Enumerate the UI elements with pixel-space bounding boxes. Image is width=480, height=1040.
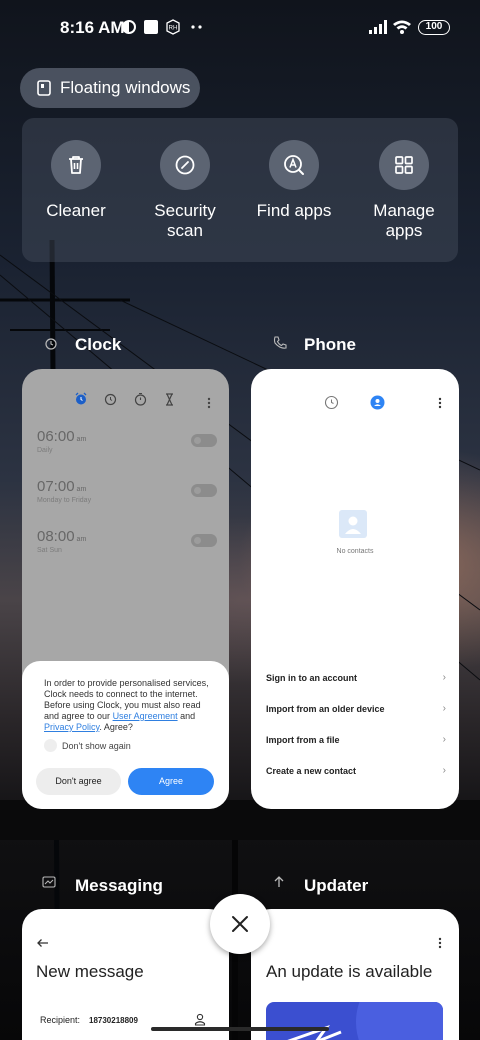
alarm-row[interactable]: 06:00 am Daily [37,428,217,454]
alarm-time: 08:00 [37,528,75,545]
alarm-toggle[interactable] [191,534,217,547]
chevron-right-icon: › [442,703,446,714]
chevron-right-icon: › [442,672,446,683]
clock-app-title: Clock [75,335,122,354]
privacy-policy-link[interactable]: Privacy Policy [44,722,99,732]
alarm-row[interactable]: 08:00 am Sat Sun [37,528,217,554]
manage-apps-button[interactable]: Manage apps [349,140,459,241]
status-time: 8:16 AM [60,18,125,37]
gesture-home-bar[interactable] [151,1027,329,1031]
alarm-time: 07:00 [37,478,75,495]
recipient-label: Recipient: [40,1015,81,1025]
data-saver-icon [122,20,136,34]
dont-show-again-checkbox[interactable] [44,739,57,752]
clock-app-icon [45,338,57,350]
more-options-icon[interactable] [438,937,442,949]
find-apps-label: Find apps [256,201,332,220]
signal-icon [369,20,387,34]
manage-apps-label: Manage apps [373,201,435,240]
phone-app-card[interactable]: No contacts Sign in to an account › Impor… [251,369,459,809]
recents-tab-icon[interactable] [324,395,339,410]
messaging-app-card[interactable]: New message Recipient: 18730218809 [22,909,229,1040]
new-message-heading: New message [36,962,144,981]
alarm-suffix: am [76,536,87,543]
updater-app-title: Updater [304,876,369,895]
floating-windows-label: Floating windows [60,78,191,97]
alarm-suffix: am [76,486,87,493]
dont-show-again-label: Don't show again [62,741,131,751]
more-dots-icon [191,25,202,29]
phone-app-title: Phone [304,335,356,354]
clock-app-card[interactable]: 06:00 am Daily 07:00 am Monday to Friday 0… [22,369,229,809]
wifi-icon [393,20,411,34]
find-apps-icon [269,140,319,190]
security-scan-label: Security scan [154,201,216,240]
quick-actions-panel: Cleaner Security scan Find apps Manage a… [22,118,458,262]
cleaner-button[interactable]: Cleaner [21,140,131,221]
security-scan-icon [160,140,210,190]
phone-app-icon [273,336,287,349]
recipient-input[interactable]: 18730218809 [89,1016,138,1025]
messaging-app-title: Messaging [75,876,163,895]
clock-tab-icon[interactable] [104,393,117,406]
notification-square-icon [144,20,158,34]
chevron-right-icon: › [442,734,446,745]
update-banner [266,1002,443,1040]
clear-all-button[interactable] [210,894,270,954]
security-scan-button[interactable]: Security scan [130,140,240,241]
agree-button[interactable]: Agree [128,768,214,795]
alarm-tab-icon[interactable] [74,392,88,406]
alarm-days: Daily [37,447,53,454]
updater-app-icon [274,876,284,887]
timer-tab-icon[interactable] [164,393,175,406]
contact-picker-icon[interactable] [194,1013,206,1026]
update-banner-graphic [287,1002,443,1040]
alarm-toggle[interactable] [191,434,217,447]
floating-windows-button[interactable]: Floating windows [20,68,200,108]
no-contacts-text: No contacts [336,548,374,555]
import-older-device-row[interactable]: Import from an older device › [266,703,446,714]
alarm-row[interactable]: 07:00 am Monday to Friday [37,478,217,504]
user-agreement-link[interactable]: User Agreement [113,711,178,721]
dont-agree-button[interactable]: Don't agree [36,768,121,795]
contacts-tab-icon[interactable] [370,395,385,410]
close-icon [232,916,248,932]
create-contact-row[interactable]: Create a new contact › [266,765,446,776]
updater-app-card[interactable]: An update is available [251,909,459,1040]
chevron-right-icon: › [442,765,446,776]
update-available-heading: An update is available [266,962,433,981]
alarm-days: Sat Sun [37,547,62,554]
messaging-app-icon [42,876,56,888]
find-apps-button[interactable]: Find apps [239,140,349,221]
sign-in-row[interactable]: Sign in to an account › [266,672,446,683]
alarm-suffix: am [76,436,87,443]
empty-contact-icon [339,510,367,538]
stopwatch-tab-icon[interactable] [134,392,147,406]
more-options-icon[interactable] [207,397,211,409]
rh-icon: RH [166,19,180,35]
floating-window-icon [37,80,51,96]
back-arrow-icon[interactable] [36,938,49,948]
import-file-row[interactable]: Import from a file › [266,734,446,745]
grid-icon [379,140,429,190]
alarm-time: 06:00 [37,428,75,445]
svg-text:RH: RH [169,26,178,32]
cleaner-label: Cleaner [46,201,106,220]
consent-dialog: In order to provide personalised service… [22,661,229,809]
alarm-days: Monday to Friday [37,497,92,504]
status-bar: 8:16 AM RH 100 [0,0,480,56]
more-options-icon[interactable] [438,397,442,409]
trash-icon [51,140,101,190]
consent-text: In order to provide personalised service… [44,678,209,732]
battery-icon: 100 [418,20,450,35]
alarm-toggle[interactable] [191,484,217,497]
